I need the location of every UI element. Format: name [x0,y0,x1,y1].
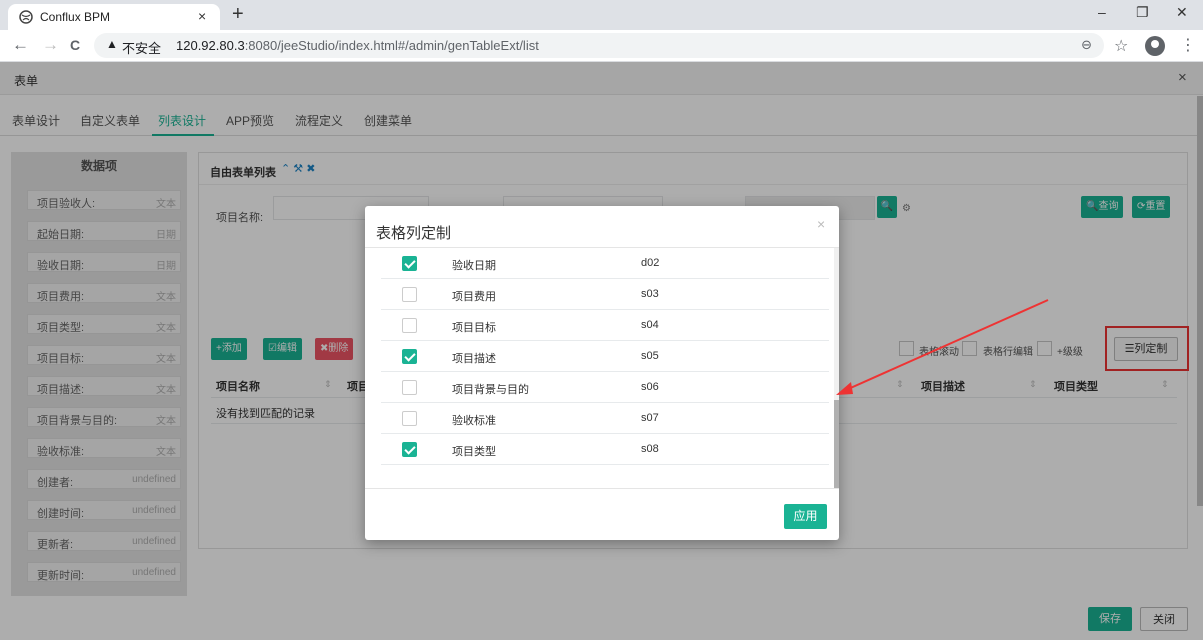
browser-menu-icon[interactable]: ⋮ [1180,35,1196,55]
window-close-icon[interactable]: ✕ [1176,4,1188,21]
url-path: :8080/jeeStudio/index.html#/admin/genTab… [244,38,539,53]
column-row[interactable]: 项目描述 s05 [381,341,829,372]
column-customize-dialog: 表格列定制 × 验收日期 d02 项目费用 s03 项目目标 s04 项目描述 s05 … [365,206,839,540]
column-checkbox[interactable] [402,349,417,364]
url-bar[interactable]: ▲ 不安全 120.92.80.3:8080/jeeStudio/index.h… [94,33,1104,58]
url-text: 120.92.80.3:8080/jeeStudio/index.html#/a… [176,38,539,53]
column-row[interactable]: 项目费用 s03 [381,279,829,310]
column-row[interactable]: 项目类型 s08 [381,434,829,465]
reload-icon[interactable]: C [70,37,80,53]
column-checkbox[interactable] [402,287,417,302]
url-host: 120.92.80.3 [176,38,245,53]
warning-icon: ▲ [106,37,118,51]
column-label: 项目背景与目的 [452,384,529,396]
column-code: s08 [641,443,659,455]
column-label: 项目目标 [452,322,496,334]
column-checkbox[interactable] [402,318,417,333]
column-row[interactable]: 验收标准 s07 [381,403,829,434]
tab-close-icon[interactable]: × [198,8,206,24]
minimize-icon[interactable]: – [1098,4,1106,20]
column-checkbox[interactable] [402,380,417,395]
insecure-label: 不安全 [122,41,162,56]
dialog-close-icon[interactable]: × [817,216,825,232]
column-checkbox[interactable] [402,442,417,457]
column-code: s03 [641,288,659,300]
column-row[interactable]: 项目背景与目的 s06 [381,372,829,403]
browser-addressbar: ← → C ▲ 不安全 120.92.80.3:8080/jeeStudio/i… [0,30,1203,62]
column-row[interactable]: 验收日期 d02 [381,248,829,279]
column-code: s04 [641,319,659,331]
bookmark-star-icon[interactable]: ☆ [1114,36,1128,56]
column-label: 验收日期 [452,260,496,272]
zoom-icon[interactable]: ⊖ [1081,37,1092,53]
profile-avatar-icon[interactable] [1145,36,1165,56]
column-checkbox[interactable] [402,256,417,271]
column-code: s07 [641,412,659,424]
forward-icon[interactable]: → [42,35,59,55]
column-label: 验收标准 [452,415,496,427]
column-list: 验收日期 d02 项目费用 s03 项目目标 s04 项目描述 s05 项目背景与目的 s… [365,247,839,489]
globe-icon [19,10,33,24]
browser-tab-title: Conflux BPM [40,10,111,24]
dialog-scrollbar-thumb[interactable] [834,400,839,488]
column-label: 项目费用 [452,291,496,303]
column-code: s05 [641,350,659,362]
column-checkbox[interactable] [402,411,417,426]
column-row[interactable]: 项目目标 s04 [381,310,829,341]
new-tab-icon[interactable]: + [232,3,244,26]
app-window: 表单 × 表单设计 自定义表单 列表设计 APP预览 流程定义 创建菜单 数据项… [0,62,1203,640]
apply-button[interactable]: 应用 [784,504,827,529]
restore-icon[interactable]: ❐ [1136,4,1149,21]
column-code: d02 [641,257,660,269]
browser-tabbar: Conflux BPM × + – ❐ ✕ [0,0,1203,30]
column-label: 项目类型 [452,446,496,458]
browser-tab[interactable]: Conflux BPM × [8,4,220,30]
column-code: s06 [641,381,659,393]
dialog-title: 表格列定制 [376,225,452,242]
back-icon[interactable]: ← [12,35,29,55]
column-label: 项目描述 [452,353,496,365]
